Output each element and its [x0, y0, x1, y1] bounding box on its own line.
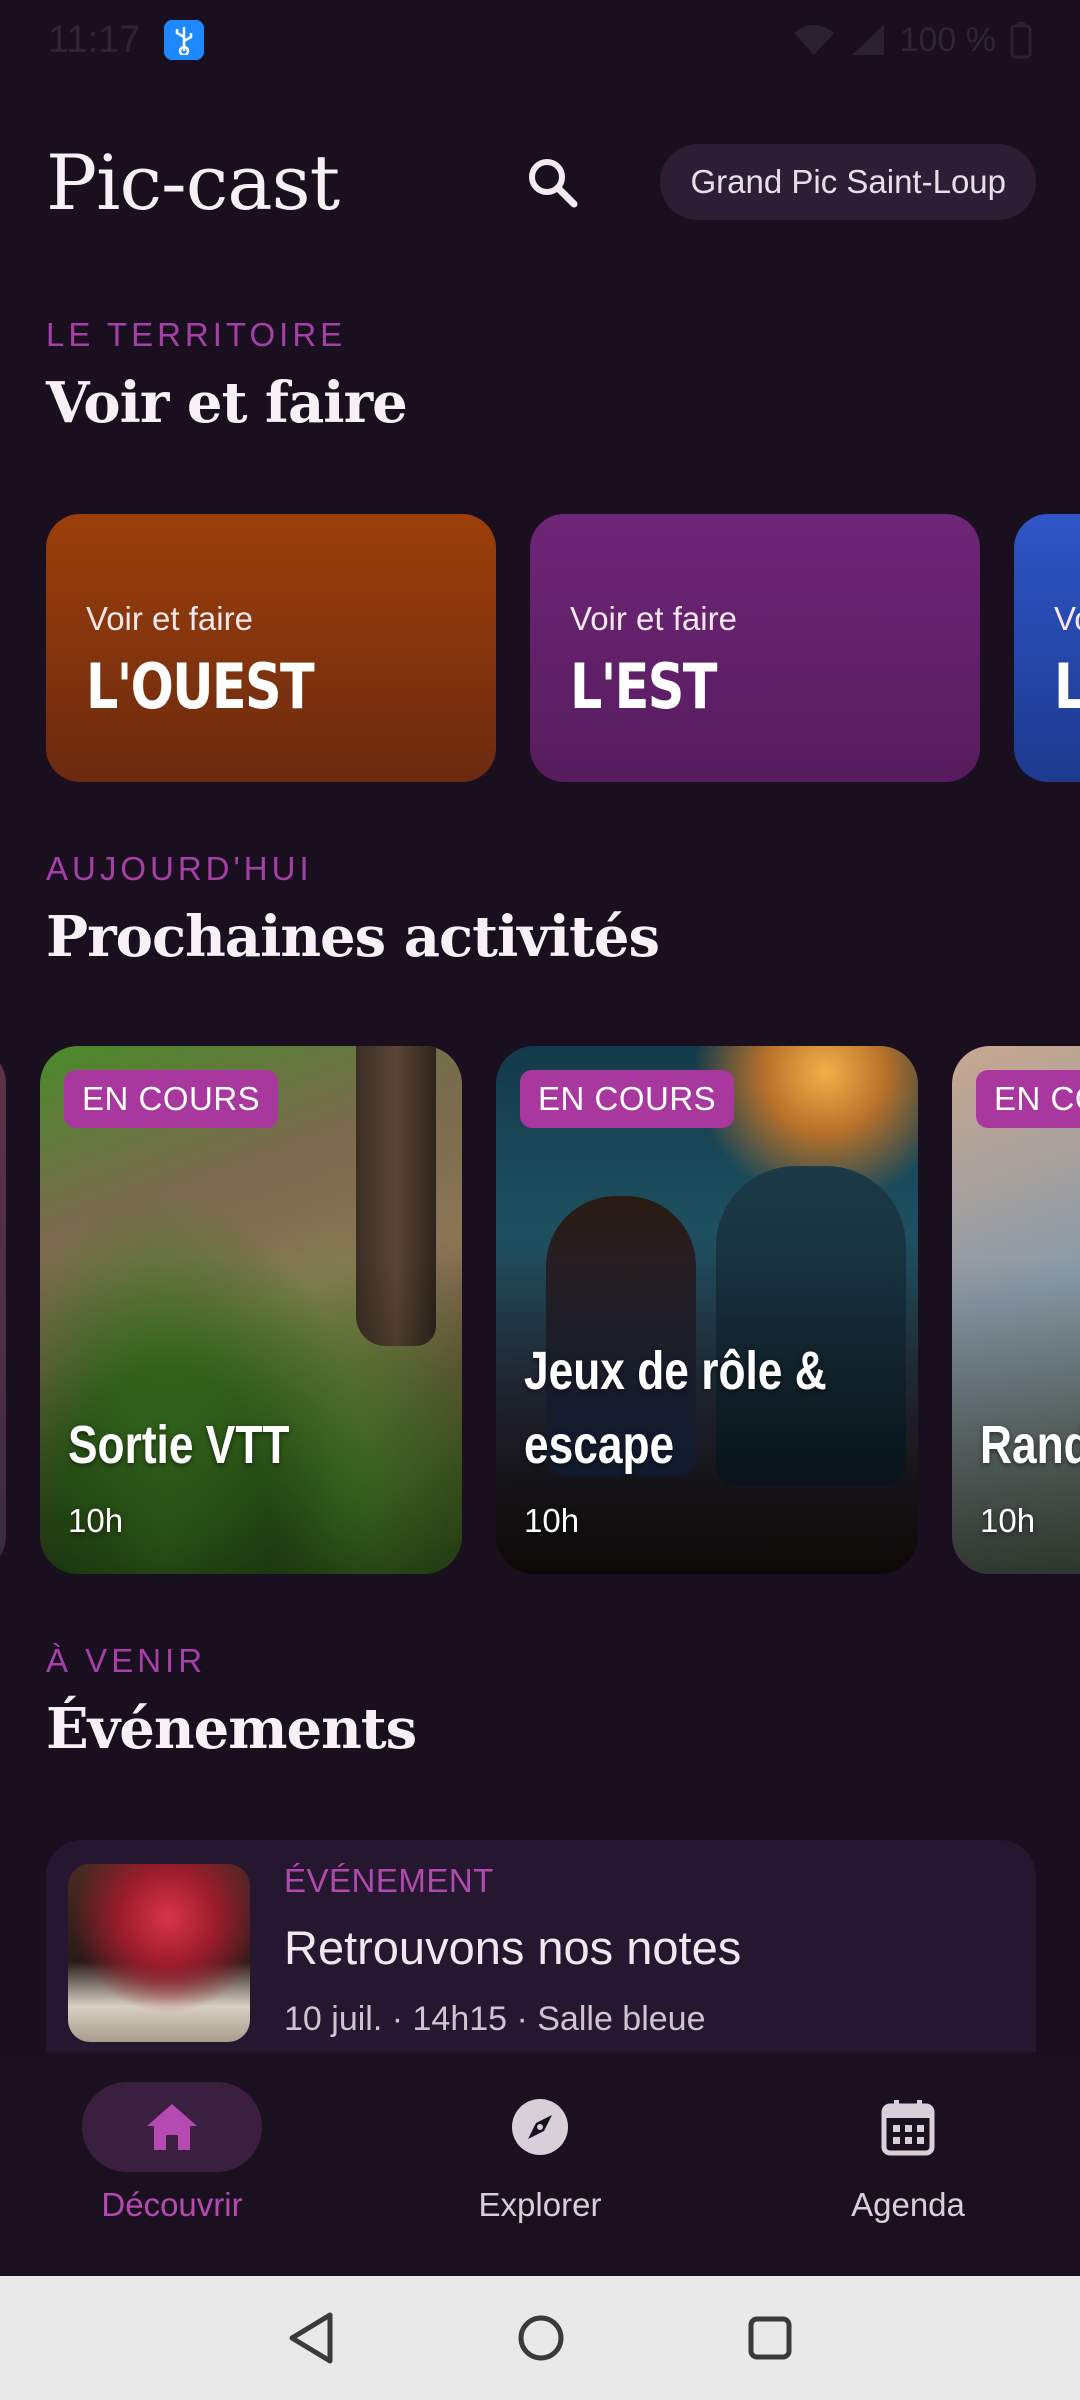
status-time: 11:17	[48, 18, 141, 61]
home-icon	[147, 2104, 197, 2150]
calendar-icon	[881, 2100, 935, 2156]
activity-card-partial[interactable]: EN CO Rand sport 10h	[952, 1046, 1080, 1574]
territory-card-name: L'OUEST	[86, 650, 315, 723]
nav-item-agenda[interactable]: Agenda	[778, 2082, 1038, 2252]
battery-icon	[1010, 22, 1032, 59]
recents-icon[interactable]	[746, 2314, 794, 2362]
status-bar: 11:17 100 %	[0, 0, 1080, 80]
territory-title: Voir et faire	[46, 370, 408, 436]
activities-carousel[interactable]: EN COURS Sortie VTT 10h EN COURS Jeux de…	[0, 1046, 1080, 1576]
territory-card-east[interactable]: Voir et faire L'EST	[530, 514, 980, 782]
activity-title: Sortie VTT	[68, 1415, 290, 1475]
nav-label: Découvrir	[101, 2186, 243, 2223]
nav-label: Explorer	[478, 2186, 602, 2223]
activities-title: Prochaines activités	[46, 904, 660, 970]
activities-eyebrow: AUJOURD'HUI	[46, 850, 313, 887]
search-icon	[529, 159, 578, 208]
nav-pill	[818, 2082, 998, 2172]
territory-card-partial[interactable]: Vo L	[1014, 514, 1080, 782]
activity-title: Jeux de rôle & escape	[524, 1341, 827, 1475]
territory-card-subtitle: Voir et faire	[86, 600, 253, 637]
activity-time: 10h	[524, 1502, 580, 1539]
territory-eyebrow: LE TERRITOIRE	[46, 316, 347, 353]
event-thumbnail	[68, 1864, 250, 2042]
system-nav-bar	[0, 2276, 1080, 2400]
bottom-nav: Découvrir Explorer Agenda	[0, 2052, 1080, 2276]
activity-card[interactable]: EN COURS Sortie VTT 10h	[40, 1046, 462, 1574]
territory-card-subtitle: Voir et faire	[570, 600, 737, 637]
signal-icon	[851, 25, 884, 55]
status-badge: EN CO	[976, 1070, 1080, 1128]
nav-pill	[450, 2082, 630, 2172]
nav-item-discover[interactable]: Découvrir	[42, 2082, 302, 2252]
nav-item-explore[interactable]: Explorer	[410, 2082, 670, 2252]
status-icons: 100 %	[792, 21, 1032, 60]
nav-label: Agenda	[851, 2186, 965, 2223]
compass-icon	[512, 2099, 568, 2155]
search-button[interactable]	[522, 152, 582, 212]
territory-carousel[interactable]: Voir et faire L'OUEST Voir et faire L'ES…	[46, 514, 1080, 784]
territory-card-west[interactable]: Voir et faire L'OUEST	[46, 514, 496, 782]
home-circle-icon[interactable]	[516, 2313, 566, 2363]
event-type: ÉVÉNEMENT	[284, 1862, 494, 1899]
events-eyebrow: À VENIR	[46, 1642, 207, 1679]
event-card[interactable]: ÉVÉNEMENT Retrouvons nos notes 10 juil. …	[46, 1840, 1036, 2080]
battery-percent: 100 %	[899, 20, 996, 59]
nav-pill	[82, 2082, 262, 2172]
location-selector[interactable]: Grand Pic Saint-Loup	[660, 144, 1036, 220]
status-badge: EN COURS	[64, 1070, 279, 1128]
app-header: Pic-cast Grand Pic Saint-Loup	[46, 130, 1036, 234]
event-title: Retrouvons nos notes	[284, 1921, 742, 1974]
status-badge: EN COURS	[520, 1070, 735, 1128]
event-meta: 10 juil. · 14h15 · Salle bleue	[284, 2000, 706, 2038]
territory-card-name: L'EST	[570, 650, 717, 723]
territory-card-subtitle: Vo	[1054, 600, 1080, 637]
activity-card-partial[interactable]	[0, 1046, 6, 1574]
activity-time: 10h	[980, 1502, 1036, 1539]
wifi-icon	[793, 25, 834, 55]
events-title: Événements	[46, 1696, 417, 1762]
app-title: Pic-cast	[46, 137, 340, 227]
activity-time: 10h	[68, 1502, 124, 1539]
back-icon[interactable]	[286, 2311, 336, 2365]
activity-card[interactable]: EN COURS Jeux de rôle & escape 10h	[496, 1046, 918, 1574]
usb-icon	[164, 20, 205, 60]
activity-title: Rand sport	[980, 1415, 1080, 1475]
territory-card-name: L	[1054, 650, 1080, 723]
